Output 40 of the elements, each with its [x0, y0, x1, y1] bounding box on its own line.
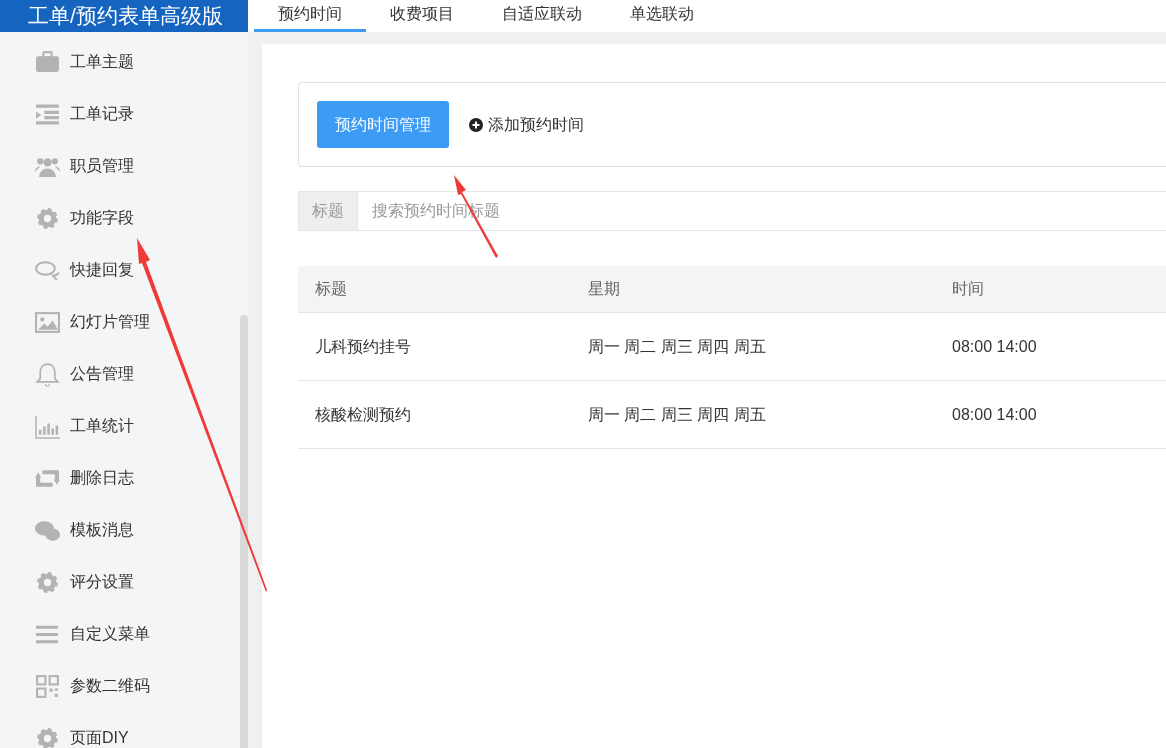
- column-header: 标题: [314, 279, 348, 299]
- sidebar-item[interactable]: 模板消息: [0, 504, 238, 556]
- add-link[interactable]: 添加预约时间: [469, 112, 584, 137]
- column-header: 时间: [951, 279, 985, 299]
- sidebar-item[interactable]: 工单记录: [0, 88, 238, 140]
- sidebar-item[interactable]: 自定义菜单: [0, 608, 238, 660]
- sidebar-item[interactable]: 删除日志: [0, 452, 238, 504]
- table-cell-text: 周一 周二 周三 周四 周五: [587, 404, 767, 425]
- table-cell-text: 08:00 14:00: [951, 336, 1038, 357]
- table-cell-text: 周一 周二 周三 周四 周五: [587, 336, 767, 357]
- tab[interactable]: 预约时间: [254, 0, 366, 32]
- sidebar-item[interactable]: 功能字段: [0, 192, 238, 244]
- search-label: 标题: [298, 191, 358, 231]
- briefcase-icon: [35, 49, 60, 75]
- table-cell-text: 儿科预约挂号: [314, 336, 412, 357]
- gear-icon: [35, 569, 60, 595]
- sidebar-item[interactable]: 幻灯片管理: [0, 296, 238, 348]
- sidebar-item[interactable]: 快捷回复: [0, 244, 238, 296]
- scrollbar[interactable]: [240, 315, 248, 748]
- column-header: 星期: [587, 279, 621, 299]
- tab[interactable]: 自适应联动: [478, 0, 606, 32]
- sidebar-item[interactable]: 公告管理: [0, 348, 238, 400]
- sidebar-item[interactable]: 评分设置: [0, 556, 238, 608]
- bar-chart-icon: [35, 413, 60, 439]
- tab[interactable]: 收费项目: [366, 0, 478, 32]
- sidebar-item[interactable]: 工单主题: [0, 36, 238, 88]
- plus-circle-icon: [469, 117, 483, 132]
- image-icon: [35, 309, 60, 335]
- bell-icon: [35, 361, 60, 387]
- sidebar-item[interactable]: 职员管理: [0, 140, 238, 192]
- sidebar-item[interactable]: 参数二维码: [0, 660, 238, 712]
- sidebar-item[interactable]: 工单统计: [0, 400, 238, 452]
- gear-icon: [35, 725, 60, 748]
- tab[interactable]: 单选联动: [606, 0, 718, 32]
- table-cell-text: 核酸检测预约: [314, 404, 412, 425]
- table-cell-text: 08:00 14:00: [951, 404, 1038, 425]
- app-title: 工单/预约表单高级版: [28, 3, 223, 29]
- gear-icon: [35, 205, 60, 231]
- sidebar-item[interactable]: 页面DIY: [0, 712, 238, 748]
- qr-code-icon: [35, 673, 60, 699]
